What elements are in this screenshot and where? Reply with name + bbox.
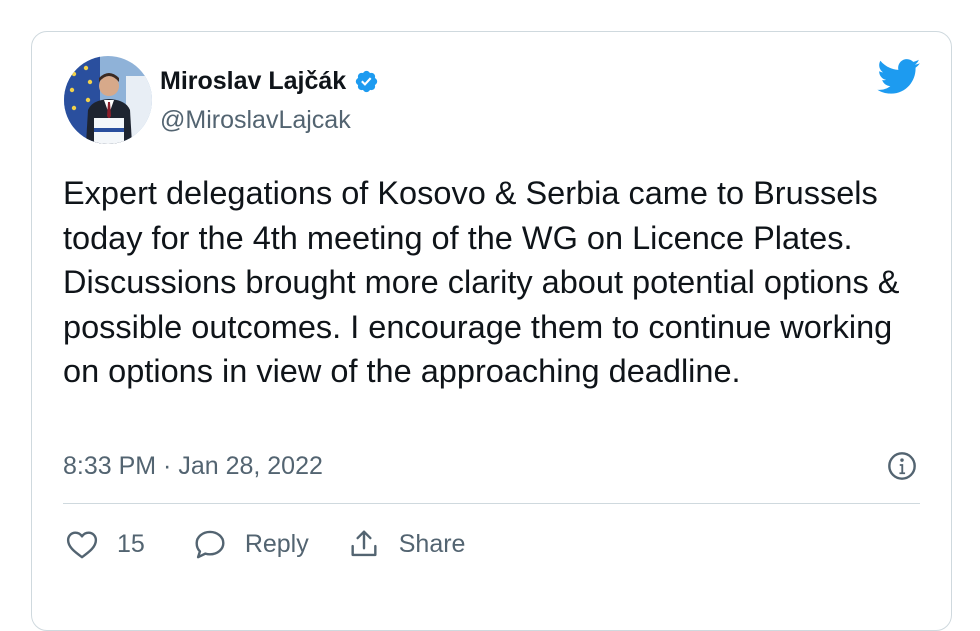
tweet-card: Miroslav Lajčák @MiroslavLajcak Expert d… — [31, 31, 952, 631]
avatar[interactable] — [64, 56, 152, 144]
info-icon[interactable] — [886, 450, 918, 487]
twitter-bird-icon[interactable] — [877, 59, 921, 100]
author-name-row: Miroslav Lajčák — [160, 66, 379, 96]
tweet-text: Expert delegations of Kosovo & Serbia ca… — [63, 175, 900, 389]
author-display-name[interactable]: Miroslav Lajčák — [160, 66, 346, 96]
tweet-timestamp[interactable]: 8:33 PM · Jan 28, 2022 — [63, 451, 323, 481]
divider — [63, 503, 920, 504]
reply-label: Reply — [244, 530, 309, 558]
tweet-actions: 15 Reply Share — [65, 526, 465, 562]
verified-badge-icon — [354, 69, 379, 94]
heart-icon — [65, 528, 99, 560]
speech-bubble-icon — [193, 528, 227, 560]
avatar-photo — [64, 56, 152, 144]
share-button[interactable]: Share — [347, 527, 466, 561]
like-count: 15 — [117, 530, 145, 558]
share-upload-icon — [347, 527, 381, 561]
share-label: Share — [398, 530, 466, 558]
like-button[interactable]: 15 — [65, 528, 145, 560]
reply-button[interactable]: Reply — [193, 528, 309, 560]
author-handle[interactable]: @MiroslavLajcak — [160, 105, 351, 135]
